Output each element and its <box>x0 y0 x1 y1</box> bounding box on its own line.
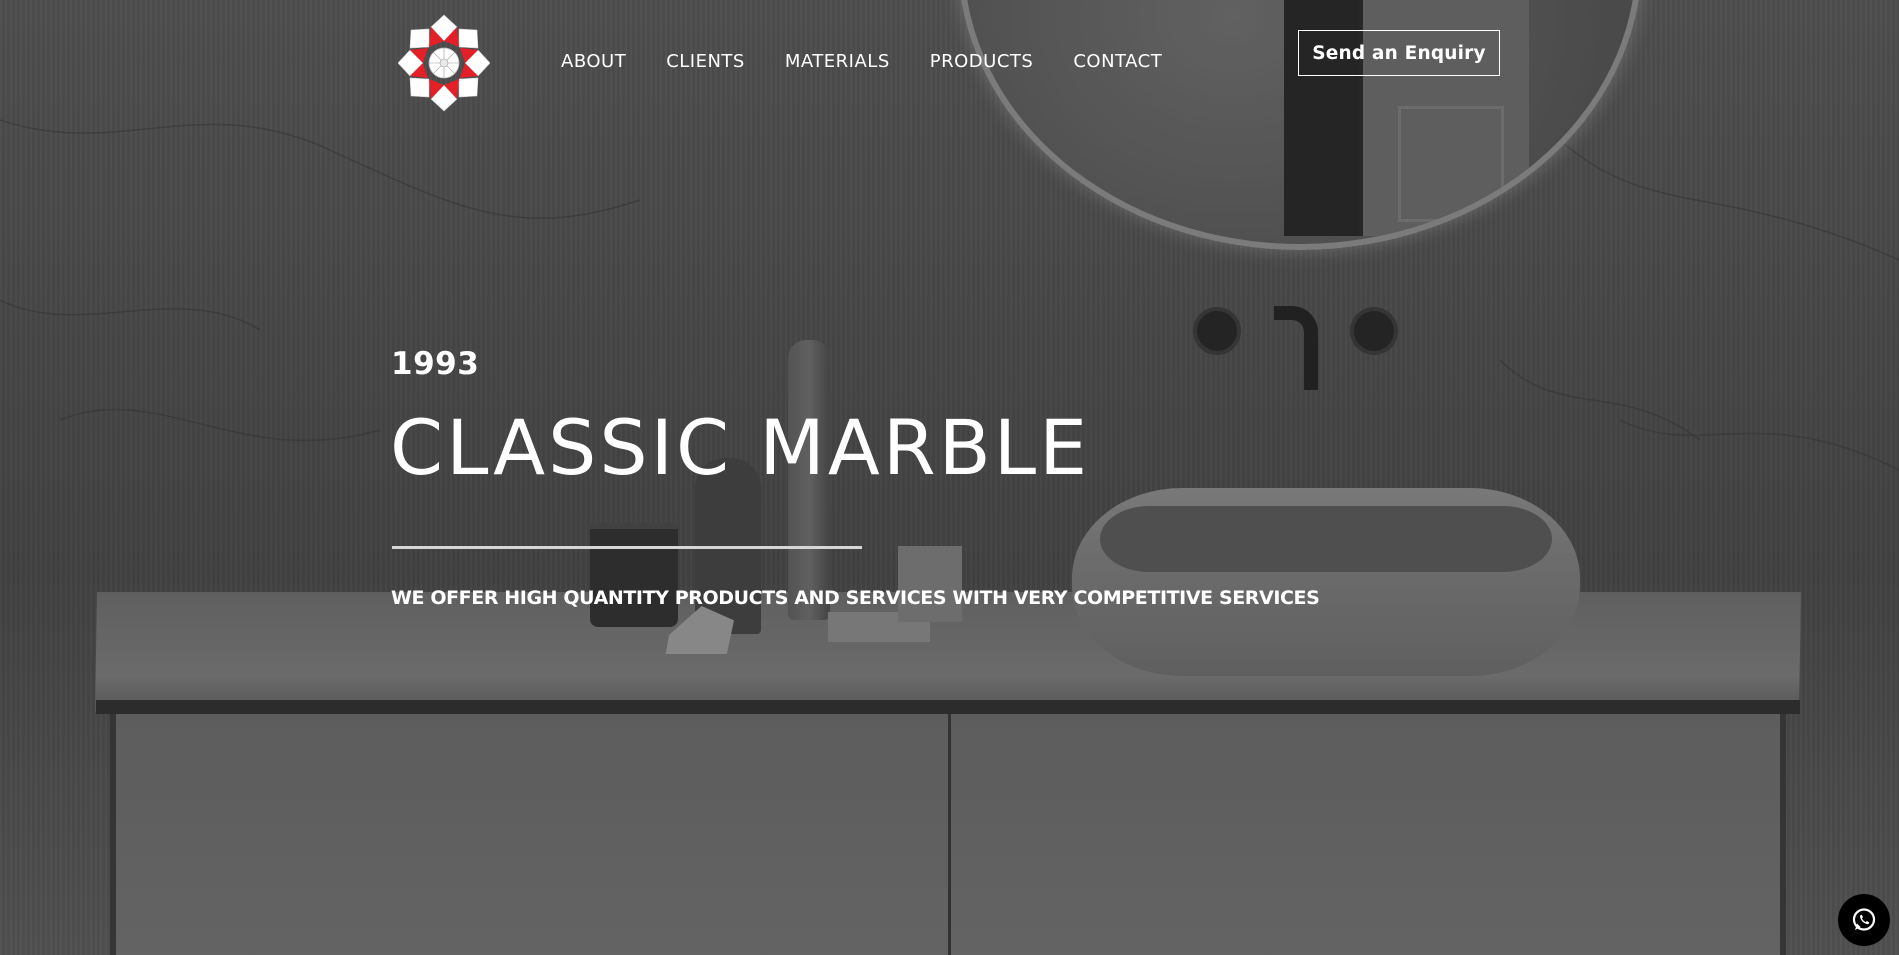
title-divider <box>392 546 862 549</box>
nav-products[interactable]: PRODUCTS <box>930 50 1034 74</box>
send-enquiry-button[interactable]: Send an Enquiry <box>1298 30 1500 76</box>
nav-materials[interactable]: MATERIALS <box>785 50 890 74</box>
whatsapp-chat-button[interactable] <box>1838 894 1890 946</box>
nav-clients[interactable]: CLIENTS <box>666 50 745 74</box>
nav-contact[interactable]: CONTACT <box>1073 50 1162 74</box>
nav-about[interactable]: ABOUT <box>561 50 626 74</box>
whatsapp-icon <box>1852 908 1876 931</box>
founded-year: 1993 <box>391 346 480 382</box>
flower-logo-icon[interactable] <box>397 14 491 112</box>
hero-title: CLASSIC MARBLE <box>390 403 1091 492</box>
hero-tagline: WE OFFER HIGH QUANTITY PRODUCTS AND SERV… <box>391 587 1320 609</box>
main-nav: ABOUT CLIENTS MATERIALS PRODUCTS CONTACT <box>561 50 1162 74</box>
